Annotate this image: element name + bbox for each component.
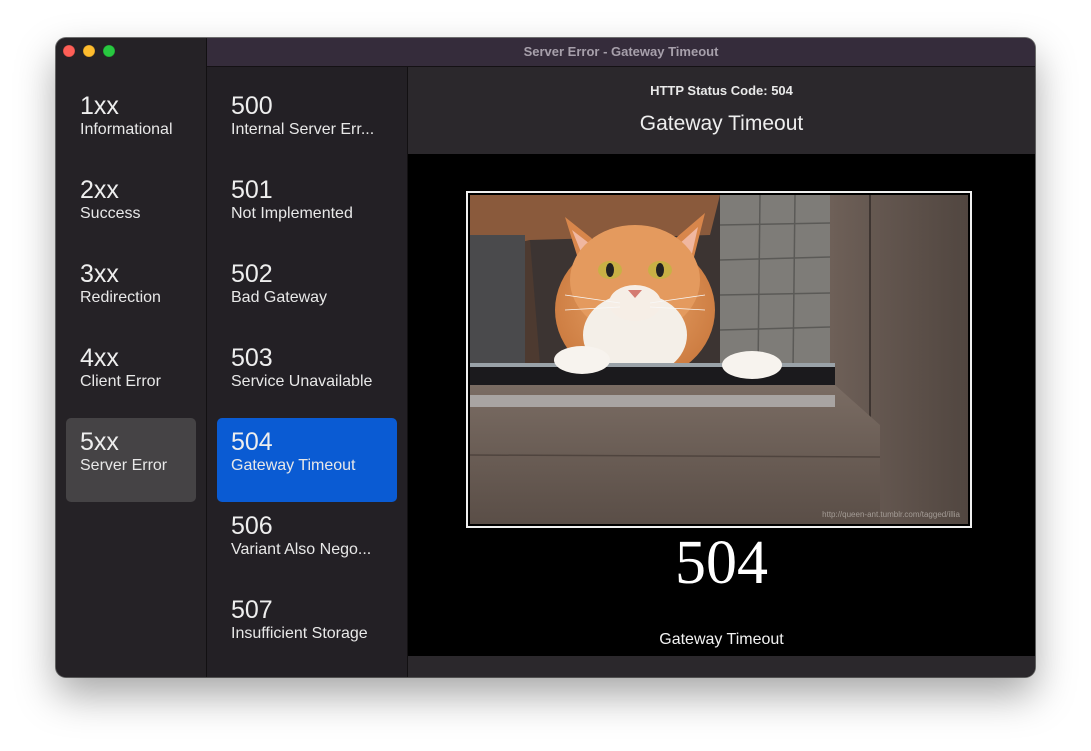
category-code: 1xx [80, 92, 119, 120]
category-list: 1xx Informational 2xx Success 3xx Redire… [66, 82, 196, 502]
status-code-list: 500 Internal Server Err... 501 Not Imple… [217, 82, 397, 670]
status-name: Insufficient Storage [231, 625, 368, 642]
app-window: 1xx Informational 2xx Success 3xx Redire… [56, 38, 1035, 677]
code-item-502[interactable]: 502 Bad Gateway [217, 250, 397, 334]
poster-status-code: 504 [675, 529, 768, 597]
category-name: Server Error [80, 457, 168, 474]
category-item-3xx[interactable]: 3xx Redirection [66, 250, 196, 334]
status-code: 501 [231, 176, 273, 204]
traffic-light-zoom-icon[interactable] [103, 45, 115, 57]
category-item-2xx[interactable]: 2xx Success [66, 166, 196, 250]
detail-footer-bar [408, 656, 1035, 677]
code-item-501[interactable]: 501 Not Implemented [217, 166, 397, 250]
status-code: 507 [231, 596, 273, 624]
status-code: 502 [231, 260, 273, 288]
status-code: 503 [231, 344, 273, 372]
traffic-light-minimize-icon[interactable] [83, 45, 95, 57]
category-sidebar: 1xx Informational 2xx Success 3xx Redire… [56, 38, 207, 677]
category-code: 2xx [80, 176, 119, 204]
traffic-light-close-icon[interactable] [63, 45, 75, 57]
category-code: 4xx [80, 344, 119, 372]
window-controls [63, 45, 115, 57]
photo-watermark: http://queen-ant.tumblr.com/tagged/illia [822, 510, 960, 519]
detail-header: HTTP Status Code: 504 Gateway Timeout [408, 67, 1035, 154]
status-name: Gateway Timeout [231, 457, 356, 474]
status-code-list-pane: 500 Internal Server Err... 501 Not Imple… [207, 67, 408, 677]
code-item-503[interactable]: 503 Service Unavailable [217, 334, 397, 418]
category-code: 3xx [80, 260, 119, 288]
status-name: Variant Also Nego... [231, 541, 372, 558]
poster-caption: Gateway Timeout [659, 631, 784, 648]
status-name: Service Unavailable [231, 373, 373, 390]
code-item-507[interactable]: 507 Insufficient Storage [217, 586, 397, 670]
cat-poster-image: http://queen-ant.tumblr.com/tagged/illia [466, 191, 972, 528]
category-item-5xx[interactable]: 5xx Server Error [66, 418, 196, 502]
status-title: Gateway Timeout [639, 112, 804, 135]
cat-photo: http://queen-ant.tumblr.com/tagged/illia [470, 195, 968, 524]
category-item-1xx[interactable]: 1xx Informational [66, 82, 196, 166]
code-item-500[interactable]: 500 Internal Server Err... [217, 82, 397, 166]
code-item-504[interactable]: 504 Gateway Timeout [217, 418, 397, 502]
status-name: Bad Gateway [231, 289, 328, 306]
status-code-line: HTTP Status Code: 504 [650, 83, 793, 98]
status-name: Not Implemented [231, 205, 353, 222]
status-code: 500 [231, 92, 273, 120]
detail-pane: HTTP Status Code: 504 Gateway Timeout ht… [408, 67, 1035, 677]
code-item-506[interactable]: 506 Variant Also Nego... [217, 502, 397, 586]
status-name: Internal Server Err... [231, 121, 375, 138]
category-name: Informational [80, 121, 173, 138]
category-name: Success [80, 205, 141, 222]
window-title: Server Error - Gateway Timeout [207, 38, 1035, 67]
category-name: Redirection [80, 289, 161, 306]
category-code: 5xx [80, 428, 119, 456]
status-code: 504 [231, 428, 273, 456]
category-name: Client Error [80, 373, 161, 390]
status-code: 506 [231, 512, 273, 540]
category-item-4xx[interactable]: 4xx Client Error [66, 334, 196, 418]
